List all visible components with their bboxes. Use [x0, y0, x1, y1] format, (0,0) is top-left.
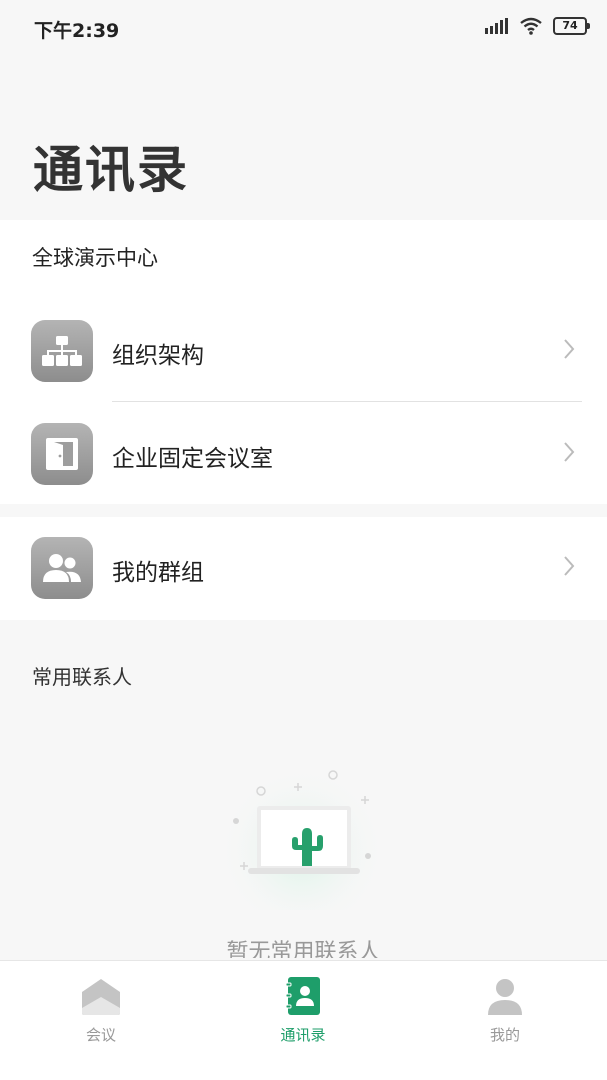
chevron-right-icon [564, 556, 575, 576]
door-icon [31, 423, 93, 485]
tab-bar: 会议 通讯录 我的 [0, 960, 607, 1080]
status-bar: 下午2:39 74 [0, 0, 607, 58]
tab-profile[interactable]: 我的 [404, 961, 606, 1061]
groups-card: 我的群组 [0, 517, 607, 620]
meeting-room-label: 企业固定会议室 [112, 446, 273, 472]
organization-name: 全球演示中心 [32, 246, 158, 270]
meeting-icon [82, 979, 120, 1015]
wifi-icon [520, 17, 542, 35]
battery-icon: 74 [553, 17, 590, 35]
empty-laptop-cactus-icon [218, 758, 386, 910]
my-groups-row[interactable]: 我的群组 [0, 517, 607, 620]
meeting-room-row[interactable]: 企业固定会议室 [0, 403, 607, 506]
contacts-icon [285, 977, 320, 1015]
tab-profile-label: 我的 [489, 1026, 520, 1044]
signal-icon [485, 18, 508, 34]
tab-contacts[interactable]: 通讯录 [202, 961, 404, 1061]
profile-icon [488, 979, 522, 1015]
tab-contacts-label: 通讯录 [280, 1026, 326, 1044]
tab-meeting-label: 会议 [85, 1026, 116, 1044]
status-icons: 74 [485, 17, 590, 35]
tab-meeting[interactable]: 会议 [0, 961, 202, 1061]
chevron-right-icon [564, 339, 575, 359]
org-structure-row[interactable]: 组织架构 [0, 300, 607, 403]
status-time: 下午2:39 [34, 20, 120, 42]
frequent-contacts-title: 常用联系人 [32, 665, 132, 689]
page-title: 通讯录 [33, 141, 189, 199]
chevron-right-icon [564, 442, 575, 462]
organization-card: 全球演示中心 组织架构 企业固定会议室 [0, 220, 607, 504]
group-icon [31, 537, 93, 599]
org-structure-label: 组织架构 [112, 343, 204, 369]
divider [112, 401, 582, 402]
my-groups-label: 我的群组 [112, 560, 204, 586]
empty-state-text: 暂无常用联系人 [226, 940, 381, 958]
org-chart-icon [31, 320, 93, 382]
